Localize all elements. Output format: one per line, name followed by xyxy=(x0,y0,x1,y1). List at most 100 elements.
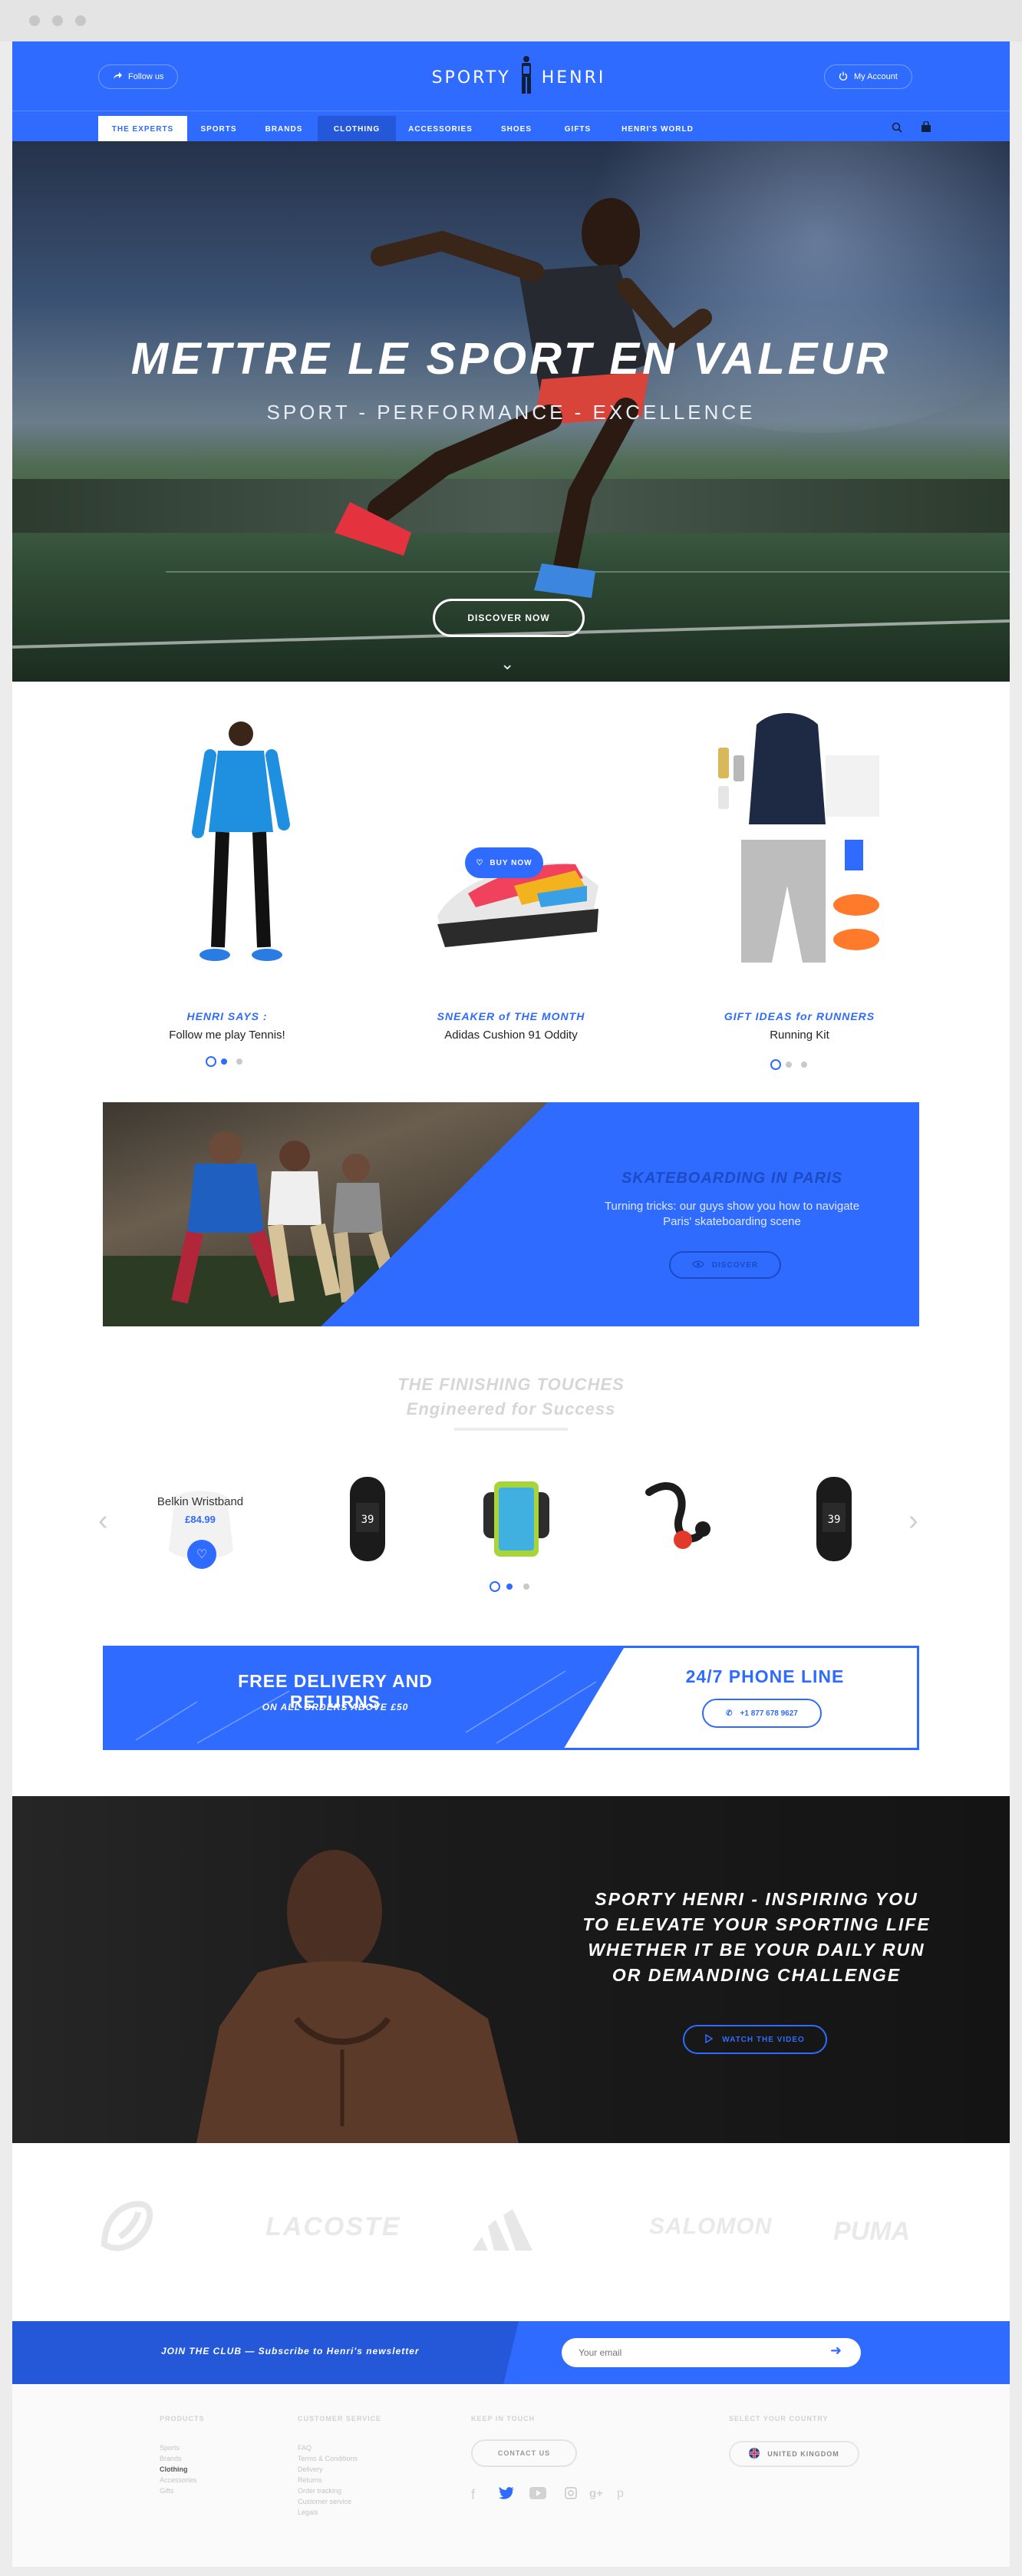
site-footer: PRODUCTS Sports Brands Clothing Accessor… xyxy=(12,2384,1010,2567)
product-card-sneaker[interactable]: SNEAKER of THE MONTH Adidas Cushion 91 O… xyxy=(396,1010,626,1042)
pager-dot[interactable] xyxy=(523,1584,529,1590)
email-input[interactable] xyxy=(562,2338,861,2367)
footer-link-customer-service[interactable]: Customer service xyxy=(298,2496,358,2507)
hero-title: METTRE LE SPORT EN VALEUR xyxy=(130,334,892,384)
svg-text:39: 39 xyxy=(361,1514,374,1526)
footer-touch-heading: KEEP IN TOUCH xyxy=(471,2415,536,2422)
footer-link-brands[interactable]: Brands xyxy=(160,2453,197,2464)
finishing-title-line2: Engineered for Success xyxy=(406,1399,616,1418)
follow-us-button[interactable]: Follow us xyxy=(98,64,179,89)
brand-asics-logo[interactable] xyxy=(97,2198,158,2256)
google-plus-icon[interactable]: g+ xyxy=(589,2487,603,2500)
product-kicker: SNEAKER of THE MONTH xyxy=(437,1010,585,1022)
pager-dot[interactable] xyxy=(221,1058,227,1065)
carousel-next-arrow[interactable]: › xyxy=(908,1504,918,1537)
country-label: UNITED KINGDOM xyxy=(767,2450,839,2458)
footer-link-faq[interactable]: FAQ xyxy=(298,2442,358,2453)
chevron-down-icon[interactable]: ⌄ xyxy=(500,654,514,674)
watch-video-button[interactable]: WATCH THE VIDEO xyxy=(683,2025,827,2054)
heart-tag-icon: ♡ xyxy=(476,858,484,867)
nav-item-accessories[interactable]: ACCESSORIES xyxy=(396,116,485,142)
footer-link-delivery[interactable]: Delivery xyxy=(298,2464,358,2475)
product-card-henri[interactable]: HENRI SAYS : Follow me play Tennis! xyxy=(112,1010,342,1042)
arrow-right-icon[interactable]: ➜ xyxy=(830,2343,842,2359)
inspiration-banner: SPORTY HENRI - INSPIRING YOU TO ELEVATE … xyxy=(12,1796,1010,2143)
share-icon xyxy=(113,71,122,82)
footer-link-sports[interactable]: Sports xyxy=(160,2442,197,2453)
product-kicker: HENRI SAYS : xyxy=(186,1010,268,1022)
page: Follow us SPORTY HENRI My Account THE EX… xyxy=(12,41,1010,2567)
buy-now-button[interactable]: ♡ BUY NOW xyxy=(465,847,543,878)
discover-now-button[interactable]: DISCOVER NOW xyxy=(433,599,585,637)
phone-icon: ✆ xyxy=(726,1709,733,1718)
youtube-icon[interactable] xyxy=(529,2487,546,2503)
pager-dot[interactable] xyxy=(506,1584,513,1590)
nav-item-shoes[interactable]: SHOES xyxy=(485,116,548,142)
pager-dot[interactable] xyxy=(236,1058,242,1065)
pager-dot-active[interactable] xyxy=(770,1059,781,1070)
instagram-icon[interactable] xyxy=(565,2487,577,2503)
footer-link-gifts[interactable]: Gifts xyxy=(160,2485,197,2496)
window-close-dot[interactable] xyxy=(29,15,40,26)
accessory-fitness-band-2[interactable]: 39 xyxy=(784,1469,884,1569)
search-icon[interactable] xyxy=(892,122,902,137)
product-card-running-kit[interactable]: GIFT IDEAS for RUNNERS Running Kit xyxy=(684,1010,915,1042)
accessory-earphones[interactable] xyxy=(626,1469,726,1569)
brand-salomon-logo[interactable]: SALOMON xyxy=(649,2214,772,2240)
twitter-icon[interactable] xyxy=(499,2487,514,2503)
brand-adidas-logo[interactable] xyxy=(465,2206,542,2256)
accessory-card-featured[interactable]: Belkin Wristband £84.99 ♡ xyxy=(150,1469,250,1569)
play-icon xyxy=(705,2033,714,2046)
pager-dot[interactable] xyxy=(801,1062,807,1068)
country-selector[interactable]: UNITED KINGDOM xyxy=(729,2441,859,2467)
nav-item-henris-world[interactable]: HENRI'S WORLD xyxy=(608,116,707,142)
my-account-label: My Account xyxy=(854,72,898,81)
footer-link-clothing[interactable]: Clothing xyxy=(160,2464,197,2475)
pager-dot-active[interactable] xyxy=(490,1581,500,1592)
sprinter-image xyxy=(335,198,712,598)
contact-us-button[interactable]: CONTACT US xyxy=(471,2439,577,2467)
footer-country-heading: SELECT YOUR COUNTRY xyxy=(729,2415,829,2422)
featured-name: Belkin Wristband xyxy=(157,1495,244,1508)
watch-video-label: WATCH THE VIDEO xyxy=(722,2035,805,2044)
nav-item-gifts[interactable]: GIFTS xyxy=(548,116,608,142)
footer-link-returns[interactable]: Returns xyxy=(298,2475,358,2485)
svg-text:39: 39 xyxy=(828,1514,841,1526)
cart-icon[interactable] xyxy=(921,121,931,137)
pinterest-icon[interactable]: p xyxy=(617,2487,624,2501)
nav-item-sports[interactable]: SPORTS xyxy=(187,116,250,142)
carousel-prev-arrow[interactable]: ‹ xyxy=(98,1504,108,1537)
site-logo[interactable]: SPORTY HENRI xyxy=(427,55,611,100)
footer-link-terms[interactable]: Terms & Conditions xyxy=(298,2453,358,2464)
phone-number-button[interactable]: ✆ +1 877 678 9627 xyxy=(702,1699,822,1728)
add-to-wishlist-icon[interactable]: ♡ xyxy=(187,1540,216,1569)
my-account-button[interactable]: My Account xyxy=(824,64,912,89)
product-name: Running Kit xyxy=(770,1029,829,1042)
nav-item-clothing[interactable]: CLOTHING xyxy=(318,116,396,142)
accessory-fitness-band[interactable]: 39 xyxy=(318,1469,417,1569)
footer-link-order-tracking[interactable]: Order tracking xyxy=(298,2485,358,2496)
footer-link-legals[interactable]: Legals xyxy=(298,2507,358,2518)
facebook-icon[interactable]: f xyxy=(471,2487,475,2503)
running-kit-image xyxy=(718,713,879,963)
brand-lacoste-logo[interactable]: LACOSTE xyxy=(265,2212,401,2242)
hero-banner: METTRE LE SPORT EN VALEUR SPORT - PERFOR… xyxy=(12,141,1010,682)
power-icon xyxy=(839,71,848,83)
logo-figure-icon xyxy=(519,55,534,100)
skate-description: Turning tricks: our guys show you how to… xyxy=(604,1200,860,1228)
skateboarding-banner[interactable]: SKATEBOARDING IN PARIS Turning tricks: o… xyxy=(103,1102,919,1326)
follow-us-label: Follow us xyxy=(128,72,164,81)
footer-link-accessories[interactable]: Accessories xyxy=(160,2475,197,2485)
window-maximize-dot[interactable] xyxy=(75,15,86,26)
pager-dot[interactable] xyxy=(786,1062,792,1068)
nav-item-the-experts[interactable]: THE EXPERTS xyxy=(98,116,187,142)
phone-heading: 24/7 PHONE LINE xyxy=(685,1666,845,1686)
pager-dot-active[interactable] xyxy=(206,1056,216,1067)
brand-puma-logo[interactable]: PUMA xyxy=(833,2217,910,2247)
skate-discover-button[interactable]: DISCOVER xyxy=(669,1251,781,1279)
accessory-armband[interactable] xyxy=(466,1469,566,1569)
footer-products-heading: PRODUCTS xyxy=(160,2415,205,2422)
nav-item-brands[interactable]: BRANDS xyxy=(250,116,318,142)
delivery-banner: FREE DELIVERY AND RETURNS ON ALL ORDERS … xyxy=(103,1646,919,1750)
window-minimize-dot[interactable] xyxy=(52,15,63,26)
